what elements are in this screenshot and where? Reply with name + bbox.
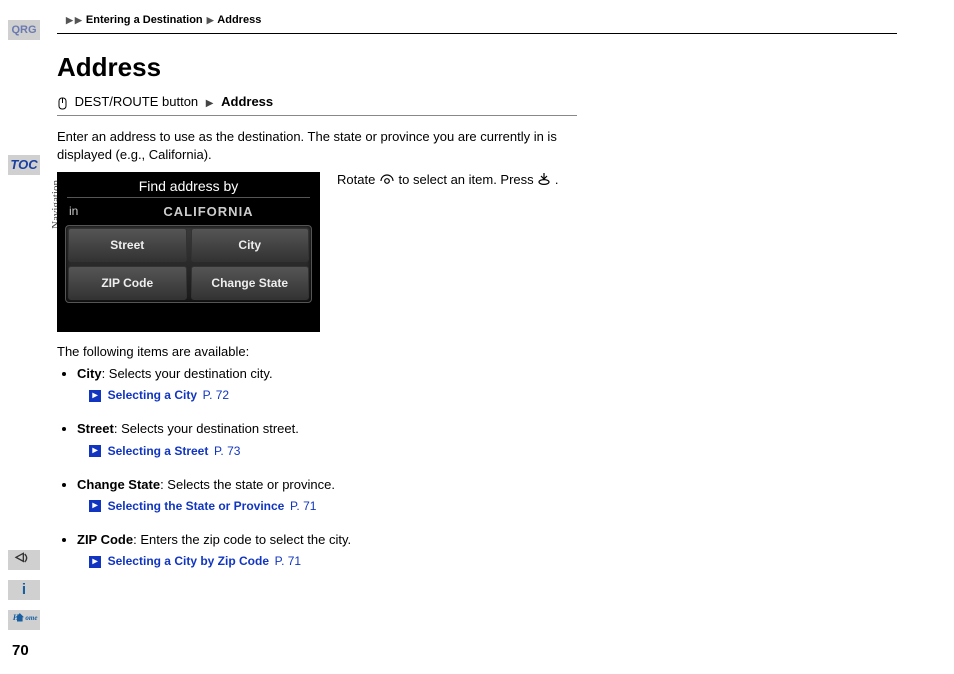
chevron-right-icon: ▶ (206, 98, 214, 109)
content-area: ▶▶ Entering a Destination ▶ Address Addr… (57, 0, 897, 586)
link-arrow-icon: ▸ (89, 390, 101, 402)
item-list: City: Selects your destination city. ▸ S… (57, 365, 597, 571)
screenshot-btn-city: City (191, 228, 310, 262)
intro-text: Enter an address to use as the destinati… (57, 128, 577, 164)
chevron-right-icon: ▶ (66, 15, 73, 26)
breadcrumb-level3[interactable]: Address (217, 14, 261, 26)
screenshot-in-label: in (69, 204, 109, 218)
menu-path-target: Address (221, 94, 273, 109)
tab-info[interactable]: i (8, 580, 40, 600)
link-arrow-icon: ▸ (89, 500, 101, 512)
screenshot-btn-change: Change State (191, 266, 310, 300)
voice-icon (14, 551, 34, 565)
chevron-right-icon: ▶ (207, 15, 214, 26)
link-arrow-icon: ▸ (89, 556, 101, 568)
screenshot-btn-street: Street (68, 228, 187, 262)
available-label: The following items are available: (57, 344, 577, 359)
tab-home[interactable]: ome H (8, 610, 40, 630)
page-number: 70 (12, 642, 29, 659)
item-desc: : Selects your destination city. (102, 366, 273, 381)
cross-ref-page: P. 73 (214, 444, 240, 458)
list-item: Change State: Selects the state or provi… (77, 476, 597, 515)
rotate-dial-icon (379, 172, 395, 189)
cross-ref-link[interactable]: Selecting a City (108, 388, 197, 402)
tab-qrg[interactable]: QRG (8, 20, 40, 40)
item-label: City (77, 366, 102, 381)
breadcrumb: ▶▶ Entering a Destination ▶ Address (57, 0, 897, 34)
cross-ref-link[interactable]: Selecting the State or Province (108, 499, 285, 513)
chevron-right-icon: ▶ (75, 15, 82, 26)
item-desc: : Selects the state or province. (160, 477, 335, 492)
list-item: ZIP Code: Enters the zip code to select … (77, 531, 597, 570)
svg-text:H: H (12, 613, 20, 622)
list-item: City: Selects your destination city. ▸ S… (77, 365, 597, 404)
list-item: Street: Selects your destination street.… (77, 420, 597, 459)
menu-path-button: DEST/ROUTE button (75, 94, 199, 109)
sidebar: QRG TOC Navigation i ome H 70 (0, 0, 43, 674)
device-screenshot: Find address by in CALIFORNIA Street Cit… (57, 172, 320, 332)
cross-ref-page: P. 71 (275, 554, 301, 568)
page-title: Address (57, 52, 897, 83)
tab-toc[interactable]: TOC (8, 155, 40, 175)
screenshot-header: Find address by (57, 172, 320, 194)
svg-text:ome: ome (25, 614, 37, 622)
press-dial-icon (537, 172, 551, 189)
cross-ref-page: P. 71 (290, 499, 316, 513)
cross-ref-link[interactable]: Selecting a Street (108, 444, 209, 458)
item-desc: : Enters the zip code to select the city… (133, 532, 351, 547)
screenshot-btn-zip: ZIP Code (68, 266, 187, 300)
item-label: Change State (77, 477, 160, 492)
cross-ref-link[interactable]: Selecting a City by Zip Code (108, 554, 269, 568)
rotate-caption: Rotate to select an item. Press . (337, 172, 637, 189)
item-label: Street (77, 421, 114, 436)
menu-path: DEST/ROUTE button ▶ Address (57, 91, 577, 116)
screenshot-state: CALIFORNIA (109, 204, 308, 219)
button-press-icon (57, 96, 68, 110)
cross-ref-page: P. 72 (203, 388, 229, 402)
item-desc: : Selects your destination street. (114, 421, 299, 436)
breadcrumb-level2[interactable]: Entering a Destination (86, 14, 203, 26)
tab-voice[interactable] (8, 550, 40, 570)
link-arrow-icon: ▸ (89, 445, 101, 457)
item-label: ZIP Code (77, 532, 133, 547)
home-icon: ome H (10, 610, 38, 626)
